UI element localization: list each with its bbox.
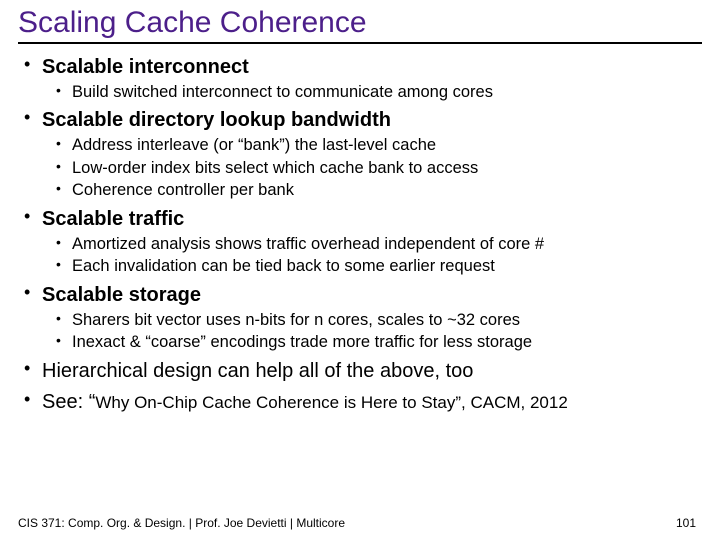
- sub-bullet: Build switched interconnect to communica…: [72, 82, 702, 103]
- reference-text: Why On-Chip Cache Coherence is Here to S…: [95, 393, 567, 412]
- sub-list: Amortized analysis shows traffic overhea…: [42, 234, 702, 278]
- sub-bullet: Each invalidation can be tied back to so…: [72, 256, 702, 277]
- bullet-prefix: See: “: [42, 391, 95, 413]
- bullet-heading: Scalable storage: [42, 284, 201, 306]
- slide-title: Scaling Cache Coherence: [18, 6, 702, 40]
- sub-bullet: Low-order index bits select which cache …: [72, 158, 702, 179]
- page-number: 101: [676, 516, 696, 530]
- bullet-scalable-traffic: Scalable traffic Amortized analysis show…: [42, 206, 702, 278]
- bullet-scalable-interconnect: Scalable interconnect Build switched int…: [42, 54, 702, 103]
- sub-bullet: Coherence controller per bank: [72, 180, 702, 201]
- bullet-heading: Scalable traffic: [42, 208, 184, 230]
- bullet-text: Hierarchical design can help all of the …: [42, 360, 473, 382]
- sub-list: Build switched interconnect to communica…: [42, 82, 702, 103]
- sub-bullet: Amortized analysis shows traffic overhea…: [72, 234, 702, 255]
- bullet-list: Scalable interconnect Build switched int…: [18, 54, 702, 416]
- sub-bullet: Sharers bit vector uses n-bits for n cor…: [72, 310, 702, 331]
- slide: Scaling Cache Coherence Scalable interco…: [0, 0, 720, 540]
- bullet-scalable-storage: Scalable storage Sharers bit vector uses…: [42, 282, 702, 354]
- sub-list: Sharers bit vector uses n-bits for n cor…: [42, 310, 702, 354]
- slide-footer: CIS 371: Comp. Org. & Design. | Prof. Jo…: [18, 516, 345, 530]
- bullet-heading: Scalable directory lookup bandwidth: [42, 109, 391, 131]
- sub-bullet: Inexact & “coarse” encodings trade more …: [72, 332, 702, 353]
- title-rule: [18, 42, 702, 44]
- bullet-heading: Scalable interconnect: [42, 56, 249, 78]
- sub-list: Address interleave (or “bank”) the last-…: [42, 135, 702, 201]
- sub-bullet: Address interleave (or “bank”) the last-…: [72, 135, 702, 156]
- bullet-see-reference: See: “Why On-Chip Cache Coherence is Her…: [42, 389, 702, 416]
- bullet-scalable-directory: Scalable directory lookup bandwidth Addr…: [42, 107, 702, 201]
- bullet-hierarchical: Hierarchical design can help all of the …: [42, 358, 702, 385]
